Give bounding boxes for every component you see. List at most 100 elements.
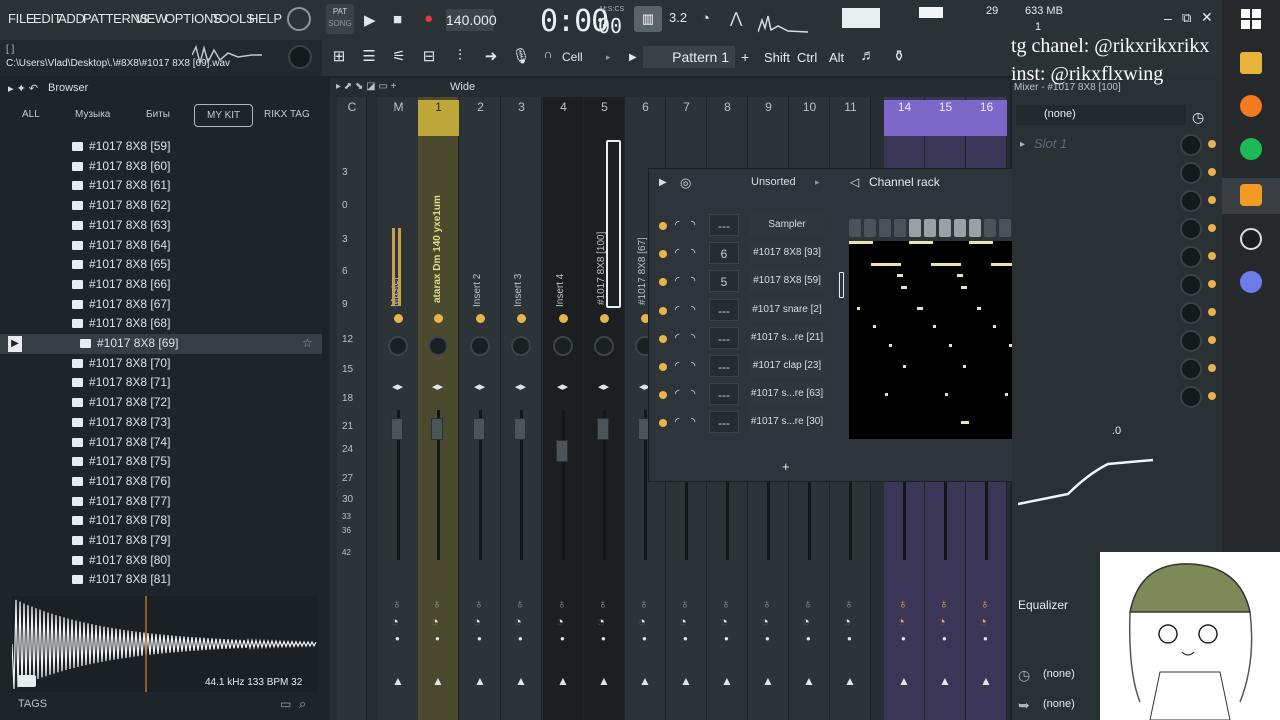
mic-icon[interactable]: ♁ [474, 596, 484, 611]
channel-mute-led[interactable] [659, 363, 667, 371]
browser-list-item[interactable]: #1017 8X8 [67] [72, 297, 170, 316]
send-arrow-icon[interactable]: ▲ [680, 674, 692, 688]
mixer-strip-header[interactable]: 8 [707, 100, 748, 116]
mic-icon[interactable]: ♁ [939, 596, 949, 611]
magnet-icon[interactable]: ∩ [537, 47, 559, 67]
browser-list-item[interactable]: #1017 8X8 [71] [72, 375, 170, 394]
route-icon[interactable]: ◔ [514, 614, 522, 629]
pattern-prev-icon[interactable]: ▶ [629, 52, 637, 63]
master-volume-knob[interactable] [287, 7, 311, 31]
stereo-arrows-icon[interactable]: ◂▸ [474, 380, 485, 393]
windows-start-icon[interactable] [1241, 9, 1261, 29]
group-filter[interactable]: Unsorted [751, 176, 796, 188]
minimize-icon[interactable]: ‒ [1164, 10, 1172, 26]
arrow-icon[interactable]: ➜ [480, 47, 502, 67]
route-icon[interactable]: ◔ [556, 614, 564, 629]
browser-list-item[interactable]: #1017 8X8 [66] [72, 277, 170, 296]
folder-icon[interactable]: ▭ [280, 697, 291, 711]
plugin-database-icon[interactable]: ♬ [857, 47, 879, 67]
send-arrow-icon[interactable]: ▲ [898, 674, 910, 688]
channel-volume-knob[interactable]: ◝ [691, 387, 695, 400]
step-button[interactable] [999, 219, 1011, 237]
tab-all[interactable]: ALL [22, 109, 40, 120]
slot-enable-led[interactable] [1208, 224, 1216, 232]
browser-list-item[interactable]: #1017 8X8 [68] [72, 316, 170, 335]
browser-list-item[interactable]: #1017 8X8 [74] [72, 435, 170, 454]
volume-fader[interactable] [556, 440, 568, 462]
output-select-2[interactable]: (none) [1043, 698, 1075, 710]
latency-clock-icon[interactable]: ◷ [1192, 109, 1204, 126]
spotify-icon[interactable] [1240, 138, 1262, 160]
menu-view[interactable]: VIEW [135, 11, 167, 26]
route-icon[interactable]: ◔ [897, 614, 905, 629]
play-icon[interactable]: ▶ [364, 11, 376, 29]
mic-icon[interactable]: ♁ [762, 596, 772, 611]
channel-mixer-track[interactable]: --- [709, 298, 739, 321]
mixer-strip-header[interactable]: 16 [966, 100, 1007, 136]
volume-fader[interactable] [514, 418, 526, 440]
channel-pan-knob[interactable]: ◜ [675, 415, 679, 428]
mixer-strip-header[interactable]: 2 [460, 100, 501, 116]
channel-mute-led[interactable] [659, 419, 667, 428]
browser-list-item[interactable]: #1017 8X8 [77] [72, 494, 170, 513]
step-button[interactable] [849, 219, 861, 237]
browser-nav-icons[interactable]: ▸ ✦ ↶ [8, 82, 38, 95]
channel-name-button[interactable]: #1017 8X8 [59] [749, 270, 825, 293]
stereo-arrows-icon[interactable]: ◂▸ [392, 380, 403, 393]
route-icon[interactable]: ◔ [979, 614, 987, 629]
step-button[interactable] [954, 219, 966, 237]
piano-roll-icon[interactable]: ☰ [358, 47, 380, 67]
search-icon[interactable]: ⌕ [299, 696, 306, 712]
tab-music[interactable]: Музыка [75, 109, 110, 120]
pan-knob[interactable] [594, 336, 614, 356]
snap-value[interactable]: Cell [562, 50, 583, 64]
channel-volume-knob[interactable]: ◝ [691, 246, 695, 259]
browser-list-item[interactable]: #1017 8X8 [75] [72, 454, 170, 473]
mic-icon[interactable]: ♁ [980, 596, 990, 611]
channel-pan-knob[interactable]: ◜ [675, 303, 679, 316]
channel-pan-knob[interactable]: ◜ [675, 331, 679, 344]
mixer-strip-header[interactable]: 11 [830, 100, 871, 116]
browser-list-item[interactable]: #1017 8X8 [76] [72, 474, 170, 493]
mic-icon[interactable]: ♁ [598, 596, 608, 611]
slot-enable-led[interactable] [1208, 140, 1216, 148]
pan-knob[interactable] [470, 336, 490, 356]
route-icon[interactable]: ◔ [597, 614, 605, 629]
browser-list-item[interactable]: #1017 8X8 [73] [72, 415, 170, 434]
channel-rack-icon[interactable]: ⚟ [388, 47, 410, 67]
route-icon[interactable]: ◔ [843, 614, 851, 629]
send-arrow-icon[interactable]: ▲ [474, 674, 486, 688]
slot-enable-led[interactable] [1208, 280, 1216, 288]
fl-studio-icon[interactable] [1240, 184, 1262, 206]
route-icon[interactable]: ◔ [391, 614, 399, 629]
mixer-strip-header[interactable]: 6 [625, 100, 666, 116]
ctrl-key[interactable]: Ctrl [797, 50, 817, 65]
step-button[interactable] [879, 219, 891, 237]
step-button[interactable] [864, 219, 876, 237]
send-arrow-icon[interactable]: ▲ [844, 674, 856, 688]
step-button[interactable] [894, 219, 906, 237]
slot-expand-icon[interactable]: ▸ [1020, 139, 1025, 150]
stop-icon[interactable]: ■ [393, 11, 402, 28]
send-arrow-icon[interactable]: ▲ [980, 674, 992, 688]
route-icon[interactable]: ◔ [938, 614, 946, 629]
route-icon[interactable]: ◔ [679, 614, 687, 629]
stamp-icon[interactable]: ⚱ [888, 47, 910, 67]
send-arrow-icon[interactable]: ▲ [392, 674, 404, 688]
pan-knob[interactable] [511, 336, 531, 356]
tab-my-kit[interactable]: MY KIT [194, 104, 254, 127]
obs-icon[interactable] [1240, 228, 1262, 250]
send-arrow-icon[interactable]: ▲ [598, 674, 610, 688]
mixer-strip-header[interactable]: 1 [418, 100, 459, 136]
menu-help[interactable]: HELP [249, 11, 282, 26]
playlist-icon[interactable]: ⊞ [328, 47, 350, 67]
step-button[interactable] [969, 219, 981, 237]
channel-mute-led[interactable] [659, 306, 667, 315]
slot-enable-led[interactable] [1208, 168, 1216, 176]
pan-knob[interactable] [553, 336, 573, 356]
mic-icon[interactable]: ♁ [515, 596, 525, 611]
channel-name-button[interactable]: #1017 snare [2] [749, 298, 825, 321]
send-arrow-icon[interactable]: ▲ [639, 674, 651, 688]
swing-knob-icon[interactable]: ◎ [680, 175, 691, 191]
browser-list-item[interactable]: #1017 8X8 [65] [72, 257, 170, 276]
